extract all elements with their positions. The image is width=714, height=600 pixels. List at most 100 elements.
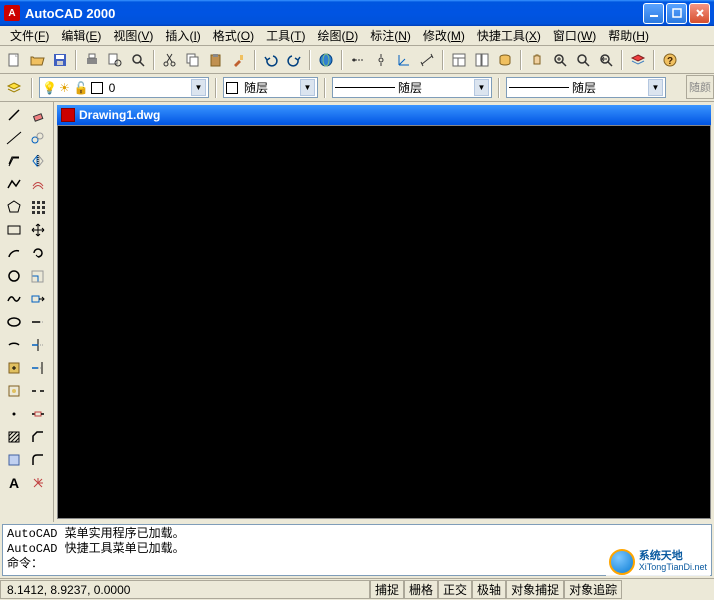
document-title: Drawing1.dwg	[79, 108, 160, 122]
grid-toggle[interactable]: 栅格	[404, 580, 438, 599]
chevron-down-icon[interactable]: ▼	[300, 79, 315, 96]
make-block-tool[interactable]	[2, 380, 25, 402]
zoom-window-button[interactable]	[572, 49, 594, 71]
close-button[interactable]	[689, 3, 710, 24]
zoom-realtime-button[interactable]	[549, 49, 571, 71]
lengthen-tool[interactable]	[26, 311, 49, 333]
open-button[interactable]	[26, 49, 48, 71]
construction-line-tool[interactable]	[2, 127, 25, 149]
lineweight-sample	[509, 87, 569, 88]
maximize-button[interactable]	[666, 3, 687, 24]
menu-draw[interactable]: 绘图(D)	[312, 25, 365, 46]
fillet-tool[interactable]	[26, 449, 49, 471]
polyline-tool[interactable]	[2, 173, 25, 195]
hyperlink-button[interactable]	[315, 49, 337, 71]
insert-block-tool[interactable]	[2, 357, 25, 379]
paste-button[interactable]	[205, 49, 227, 71]
multiline-tool[interactable]	[2, 150, 25, 172]
save-button[interactable]	[49, 49, 71, 71]
print-preview-button[interactable]	[104, 49, 126, 71]
designcenter-button[interactable]	[471, 49, 493, 71]
menu-window[interactable]: 窗口(W)	[547, 25, 602, 46]
command-prompt: 命令：	[7, 557, 707, 572]
array-tool[interactable]	[26, 196, 49, 218]
erase-tool[interactable]	[26, 104, 49, 126]
hatch-tool[interactable]	[2, 426, 25, 448]
offset-tool[interactable]	[26, 173, 49, 195]
osnap-toggle[interactable]: 对象捕捉	[506, 580, 564, 599]
undo-button[interactable]	[260, 49, 282, 71]
region-tool[interactable]	[2, 449, 25, 471]
spline-tool[interactable]	[2, 288, 25, 310]
polar-toggle[interactable]: 极轴	[472, 580, 506, 599]
tracking-button[interactable]	[347, 49, 369, 71]
rotate-tool[interactable]	[26, 242, 49, 264]
rectangle-tool[interactable]	[2, 219, 25, 241]
watermark-url: XiTongTianDi.net	[639, 562, 707, 573]
menu-tools[interactable]: 工具(T)	[260, 25, 311, 46]
draw-modify-toolbar: A	[0, 102, 54, 522]
stretch-tool[interactable]	[26, 288, 49, 310]
snap-from-button[interactable]	[370, 49, 392, 71]
menu-file[interactable]: 文件(F)	[4, 25, 55, 46]
lineweight-combo[interactable]: 随层 ▼	[506, 77, 666, 98]
mtext-tool[interactable]: A	[2, 472, 25, 494]
properties-button[interactable]	[448, 49, 470, 71]
svg-text:A: A	[8, 475, 18, 491]
drawing-canvas[interactable]	[57, 125, 711, 519]
ellipse-arc-tool[interactable]	[2, 334, 25, 356]
arc-tool[interactable]	[2, 242, 25, 264]
menu-format[interactable]: 格式(O)	[207, 25, 260, 46]
new-button[interactable]	[3, 49, 25, 71]
chevron-down-icon[interactable]: ▼	[191, 79, 206, 96]
print-button[interactable]	[81, 49, 103, 71]
trim-tool[interactable]	[26, 334, 49, 356]
menu-modify[interactable]: 修改(M)	[417, 25, 471, 46]
chevron-down-icon[interactable]: ▼	[648, 79, 663, 96]
menu-edit[interactable]: 编辑(E)	[55, 25, 107, 46]
find-button[interactable]	[127, 49, 149, 71]
copy-object-tool[interactable]	[26, 127, 49, 149]
redo-button[interactable]	[283, 49, 305, 71]
color-value: 随层	[241, 79, 300, 96]
linetype-combo[interactable]: 随层 ▼	[332, 77, 492, 98]
layers-button[interactable]	[627, 49, 649, 71]
menu-dimension[interactable]: 标注(N)	[364, 25, 417, 46]
extend-tool[interactable]	[26, 357, 49, 379]
circle-tool[interactable]	[2, 265, 25, 287]
color-combo[interactable]: 随层 ▼	[223, 77, 318, 98]
ellipse-tool[interactable]	[2, 311, 25, 333]
dbconnect-button[interactable]	[494, 49, 516, 71]
explode-tool[interactable]	[26, 472, 49, 494]
mirror-tool[interactable]	[26, 150, 49, 172]
distance-button[interactable]	[416, 49, 438, 71]
break-at-point-tool[interactable]	[26, 380, 49, 402]
pan-button[interactable]	[526, 49, 548, 71]
minimize-button[interactable]	[643, 3, 664, 24]
zoom-previous-button[interactable]	[595, 49, 617, 71]
match-properties-button[interactable]	[228, 49, 250, 71]
snap-toggle[interactable]: 捕捉	[370, 580, 404, 599]
line-tool[interactable]	[2, 104, 25, 126]
polygon-tool[interactable]	[2, 196, 25, 218]
help-button[interactable]: ?	[659, 49, 681, 71]
scale-tool[interactable]	[26, 265, 49, 287]
move-tool[interactable]	[26, 219, 49, 241]
menu-view[interactable]: 视图(V)	[107, 25, 159, 46]
layer-manager-button[interactable]	[3, 77, 25, 99]
chevron-down-icon[interactable]: ▼	[474, 79, 489, 96]
ucs-button[interactable]	[393, 49, 415, 71]
layer-combo[interactable]: 💡 ☀ 🔓 0 ▼	[39, 77, 209, 98]
point-tool[interactable]	[2, 403, 25, 425]
otrack-toggle[interactable]: 对象追踪	[564, 580, 622, 599]
copy-button[interactable]	[182, 49, 204, 71]
menu-express[interactable]: 快捷工具(X)	[471, 25, 547, 46]
ortho-toggle[interactable]: 正交	[438, 580, 472, 599]
break-tool[interactable]	[26, 403, 49, 425]
bycolor-button[interactable]: 随颜	[686, 75, 714, 99]
menu-help[interactable]: 帮助(H)	[602, 25, 655, 46]
menu-insert[interactable]: 插入(I)	[159, 25, 206, 46]
chamfer-tool[interactable]	[26, 426, 49, 448]
cut-button[interactable]	[159, 49, 181, 71]
coordinate-display[interactable]: 8.1412, 8.9237, 0.0000	[0, 580, 370, 599]
